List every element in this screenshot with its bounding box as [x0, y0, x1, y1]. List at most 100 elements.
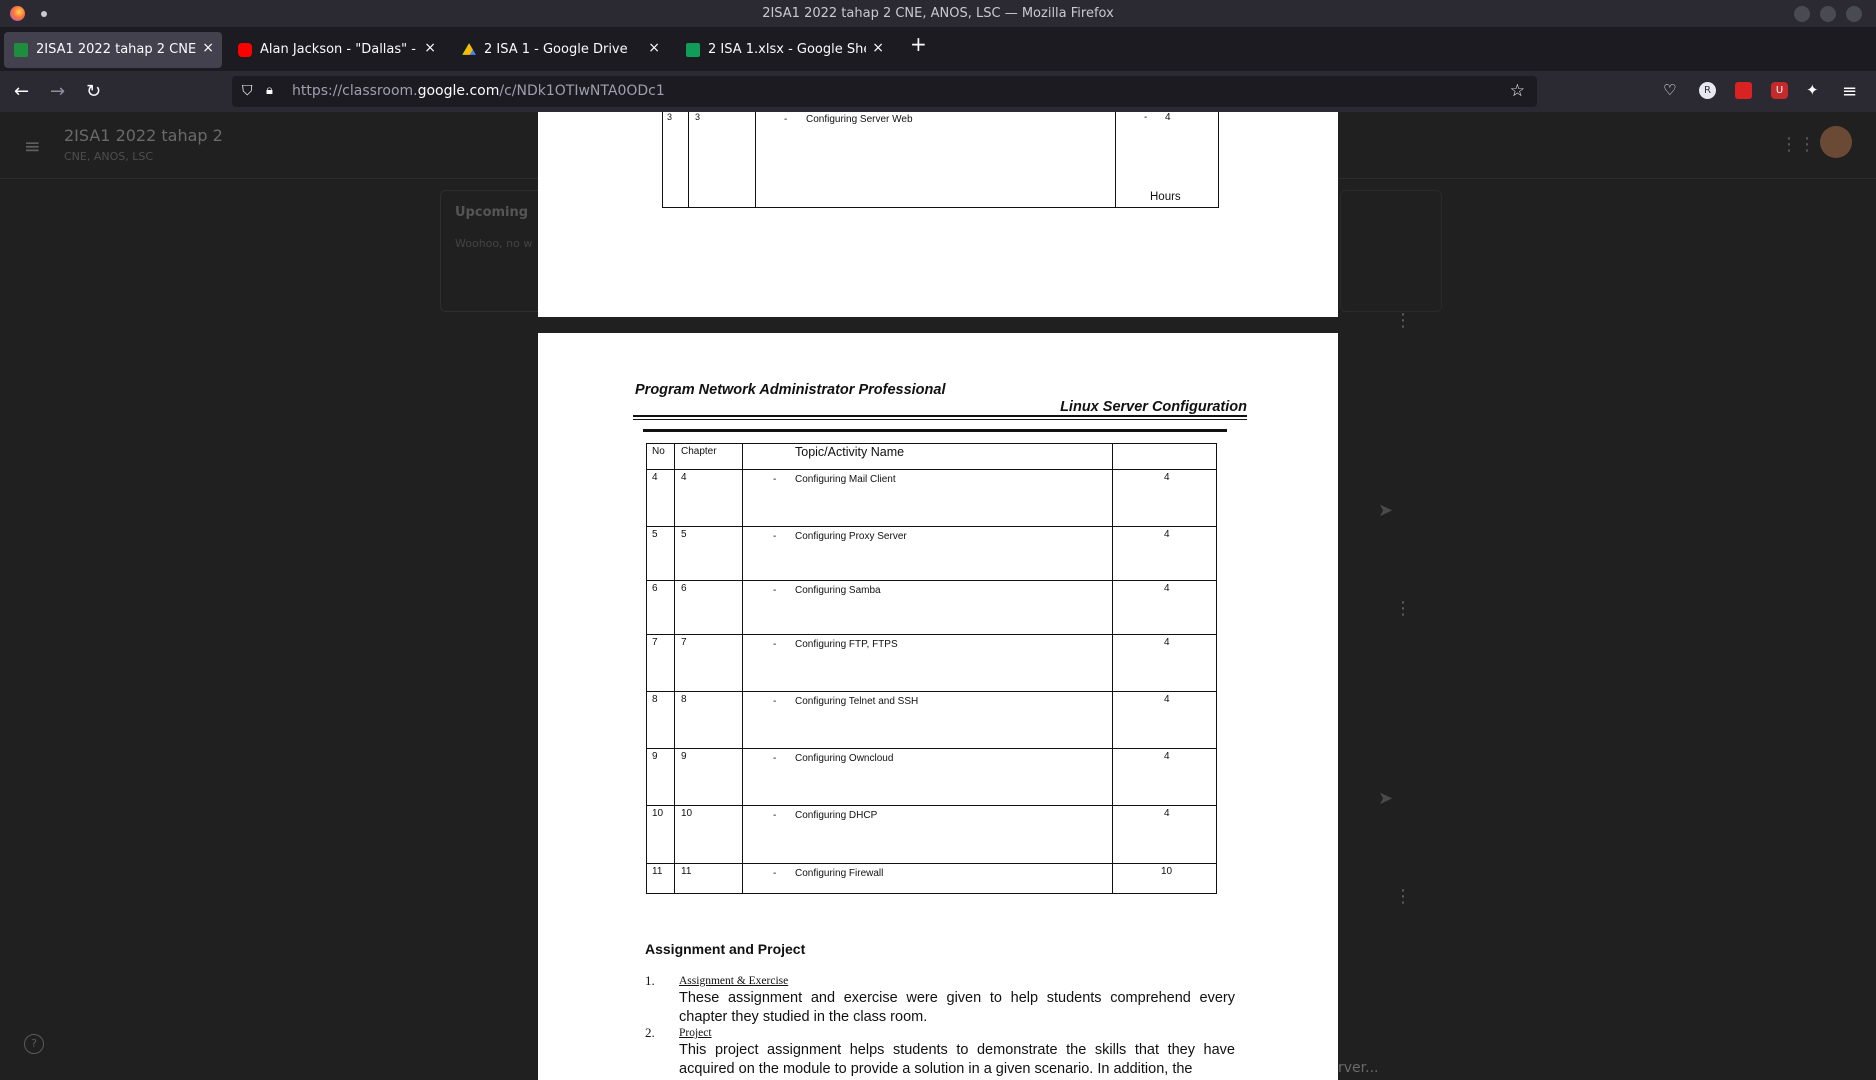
pocket-icon[interactable]: ♡	[1663, 81, 1676, 99]
row-chapter: 4	[681, 472, 687, 483]
row-chapter: 6	[681, 583, 687, 594]
row-hours: 4	[1165, 112, 1171, 123]
row-topic: Configuring FTP, FTPS	[795, 639, 898, 650]
new-tab-button[interactable]: +	[910, 32, 927, 56]
extensions-puzzle-icon[interactable]: ✦	[1806, 81, 1819, 99]
row-no: 8	[652, 694, 658, 705]
row-no: 6	[652, 583, 658, 594]
section-title: Assignment and Project	[645, 941, 806, 957]
row-hours: 4	[1164, 751, 1170, 762]
upcoming-text: Woohoo, no w	[455, 237, 533, 250]
row-no: 11	[652, 866, 663, 877]
class-name[interactable]: 2ISA1 2022 tahap 2	[64, 126, 223, 145]
row-topic: Configuring Mail Client	[795, 474, 896, 485]
row-hours: 4	[1164, 808, 1170, 819]
row-topic: Configuring Samba	[795, 585, 881, 596]
google-apps-icon[interactable]: ⋮⋮	[1780, 134, 1816, 155]
lock-icon[interactable]: 🔒︎	[266, 83, 273, 98]
table-header-topic: Topic/Activity Name	[795, 445, 905, 459]
row-bullet: -	[773, 810, 777, 821]
page1-table-lines	[662, 112, 1219, 208]
google-drive-favicon-icon	[462, 43, 476, 55]
forward-arrow-icon[interactable]: →	[50, 81, 65, 102]
row-chapter: 10	[681, 808, 693, 819]
row-hours: 10	[1161, 866, 1173, 877]
list-body: These assignment and exercise were given…	[679, 990, 1235, 1025]
row-hours: 4	[1164, 529, 1170, 540]
row-no: 7	[652, 637, 658, 648]
table-header-no: No	[652, 446, 665, 457]
send-icon[interactable]: ➤	[1378, 500, 1393, 521]
address-bar[interactable]: ⛉ 🔒︎ https://classroom.google.com/c/NDk1…	[232, 76, 1537, 107]
row-topic: Configuring DHCP	[795, 810, 878, 821]
row-topic: Configuring Firewall	[795, 868, 884, 879]
tab-youtube[interactable]: Alan Jackson - "Dallas" - You ×	[228, 32, 444, 68]
tab-close-icon[interactable]: ×	[202, 40, 214, 56]
extension-u-icon[interactable]: U	[1771, 82, 1788, 99]
row-chapter: 5	[681, 529, 687, 540]
main-menu-icon[interactable]: ≡	[24, 134, 41, 158]
minimize-button[interactable]	[1794, 6, 1810, 22]
document-page-2: Program Network Administrator Profession…	[538, 333, 1338, 1080]
tab-label: 2 ISA 1 - Google Drive	[484, 42, 628, 57]
help-icon[interactable]: ?	[24, 1034, 44, 1054]
more-options-icon[interactable]: ⋮	[1394, 598, 1412, 619]
tab-close-icon[interactable]: ×	[872, 40, 884, 56]
row-bullet: -	[773, 639, 777, 650]
bookmark-star-icon[interactable]: ☆	[1510, 81, 1525, 101]
row-hours-dash: -	[1144, 112, 1148, 123]
row-no: 4	[652, 472, 658, 483]
row-bullet: -	[773, 868, 777, 879]
document-page-1: 3 3 - Configuring Server Web - 4 Hours	[538, 112, 1338, 317]
row-no: 5	[652, 529, 658, 540]
list-heading: Assignment & Exercise	[679, 975, 789, 987]
reload-icon[interactable]: ↻	[86, 81, 101, 102]
row-chapter: 3	[695, 112, 701, 122]
navigation-toolbar: ← → ↻ ⛉ 🔒︎ https://classroom.google.com/…	[0, 71, 1876, 112]
row-chapter: 11	[681, 866, 692, 877]
list-heading: Project	[679, 1027, 712, 1039]
row-no: 3	[667, 112, 673, 122]
row-bullet: -	[773, 585, 777, 596]
stream-card	[1340, 190, 1442, 312]
tab-google-drive[interactable]: 2 ISA 1 - Google Drive ×	[452, 32, 668, 68]
row-bullet: -	[773, 696, 777, 707]
tab-google-sheets[interactable]: 2 ISA 1.xlsx - Google Sheet ×	[676, 32, 892, 68]
table-header-chapter: Chapter	[681, 446, 717, 457]
row-topic: Configuring Server Web	[806, 114, 913, 125]
tab-close-icon[interactable]: ×	[424, 40, 436, 56]
stream-item-title-partial[interactable]: rver...	[1338, 1060, 1378, 1076]
tab-strip: 2ISA1 2022 tahap 2 CNE, ANOS × Alan Jack…	[0, 27, 1876, 71]
row-no: 9	[652, 751, 658, 762]
row-bullet: -	[773, 474, 777, 485]
window-title: 2ISA1 2022 tahap 2 CNE, ANOS, LSC — Mozi…	[762, 6, 1114, 21]
back-arrow-icon[interactable]: ←	[14, 81, 29, 102]
tab-label: 2 ISA 1.xlsx - Google Sheet	[708, 42, 866, 57]
row-hours: 4	[1164, 694, 1170, 705]
row-bullet: -	[784, 114, 788, 125]
row-chapter: 8	[681, 694, 687, 705]
class-section: CNE, ANOS, LSC	[64, 150, 154, 163]
list-body: This project assignment helps students t…	[679, 1042, 1235, 1077]
tab-close-icon[interactable]: ×	[648, 40, 660, 56]
close-window-button[interactable]	[1846, 6, 1862, 22]
extension-r-icon[interactable]: R	[1699, 82, 1716, 99]
row-bullet: -	[773, 531, 777, 542]
tracking-protection-shield-icon[interactable]: ⛉	[242, 83, 253, 99]
app-menu-icon[interactable]: ≡	[1842, 81, 1857, 102]
extension-red-icon[interactable]	[1735, 82, 1752, 99]
list-number: 2.	[645, 1025, 655, 1040]
list-number: 1.	[645, 973, 655, 988]
url-text[interactable]: https://classroom.google.com/c/NDk1OTIwN…	[292, 83, 665, 99]
tab-label: Alan Jackson - "Dallas" - You	[260, 42, 418, 57]
row-topic: Configuring Proxy Server	[795, 531, 907, 542]
row-hours: 4	[1164, 472, 1170, 483]
tab-classroom[interactable]: 2ISA1 2022 tahap 2 CNE, ANOS ×	[4, 32, 222, 68]
hours-label: Hours	[1150, 191, 1181, 203]
send-icon[interactable]: ➤	[1378, 788, 1393, 809]
avatar[interactable]	[1820, 126, 1852, 158]
more-options-icon[interactable]: ⋮	[1394, 886, 1412, 907]
maximize-button[interactable]	[1820, 6, 1836, 22]
youtube-favicon-icon	[238, 43, 252, 57]
more-options-icon[interactable]: ⋮	[1394, 310, 1412, 331]
